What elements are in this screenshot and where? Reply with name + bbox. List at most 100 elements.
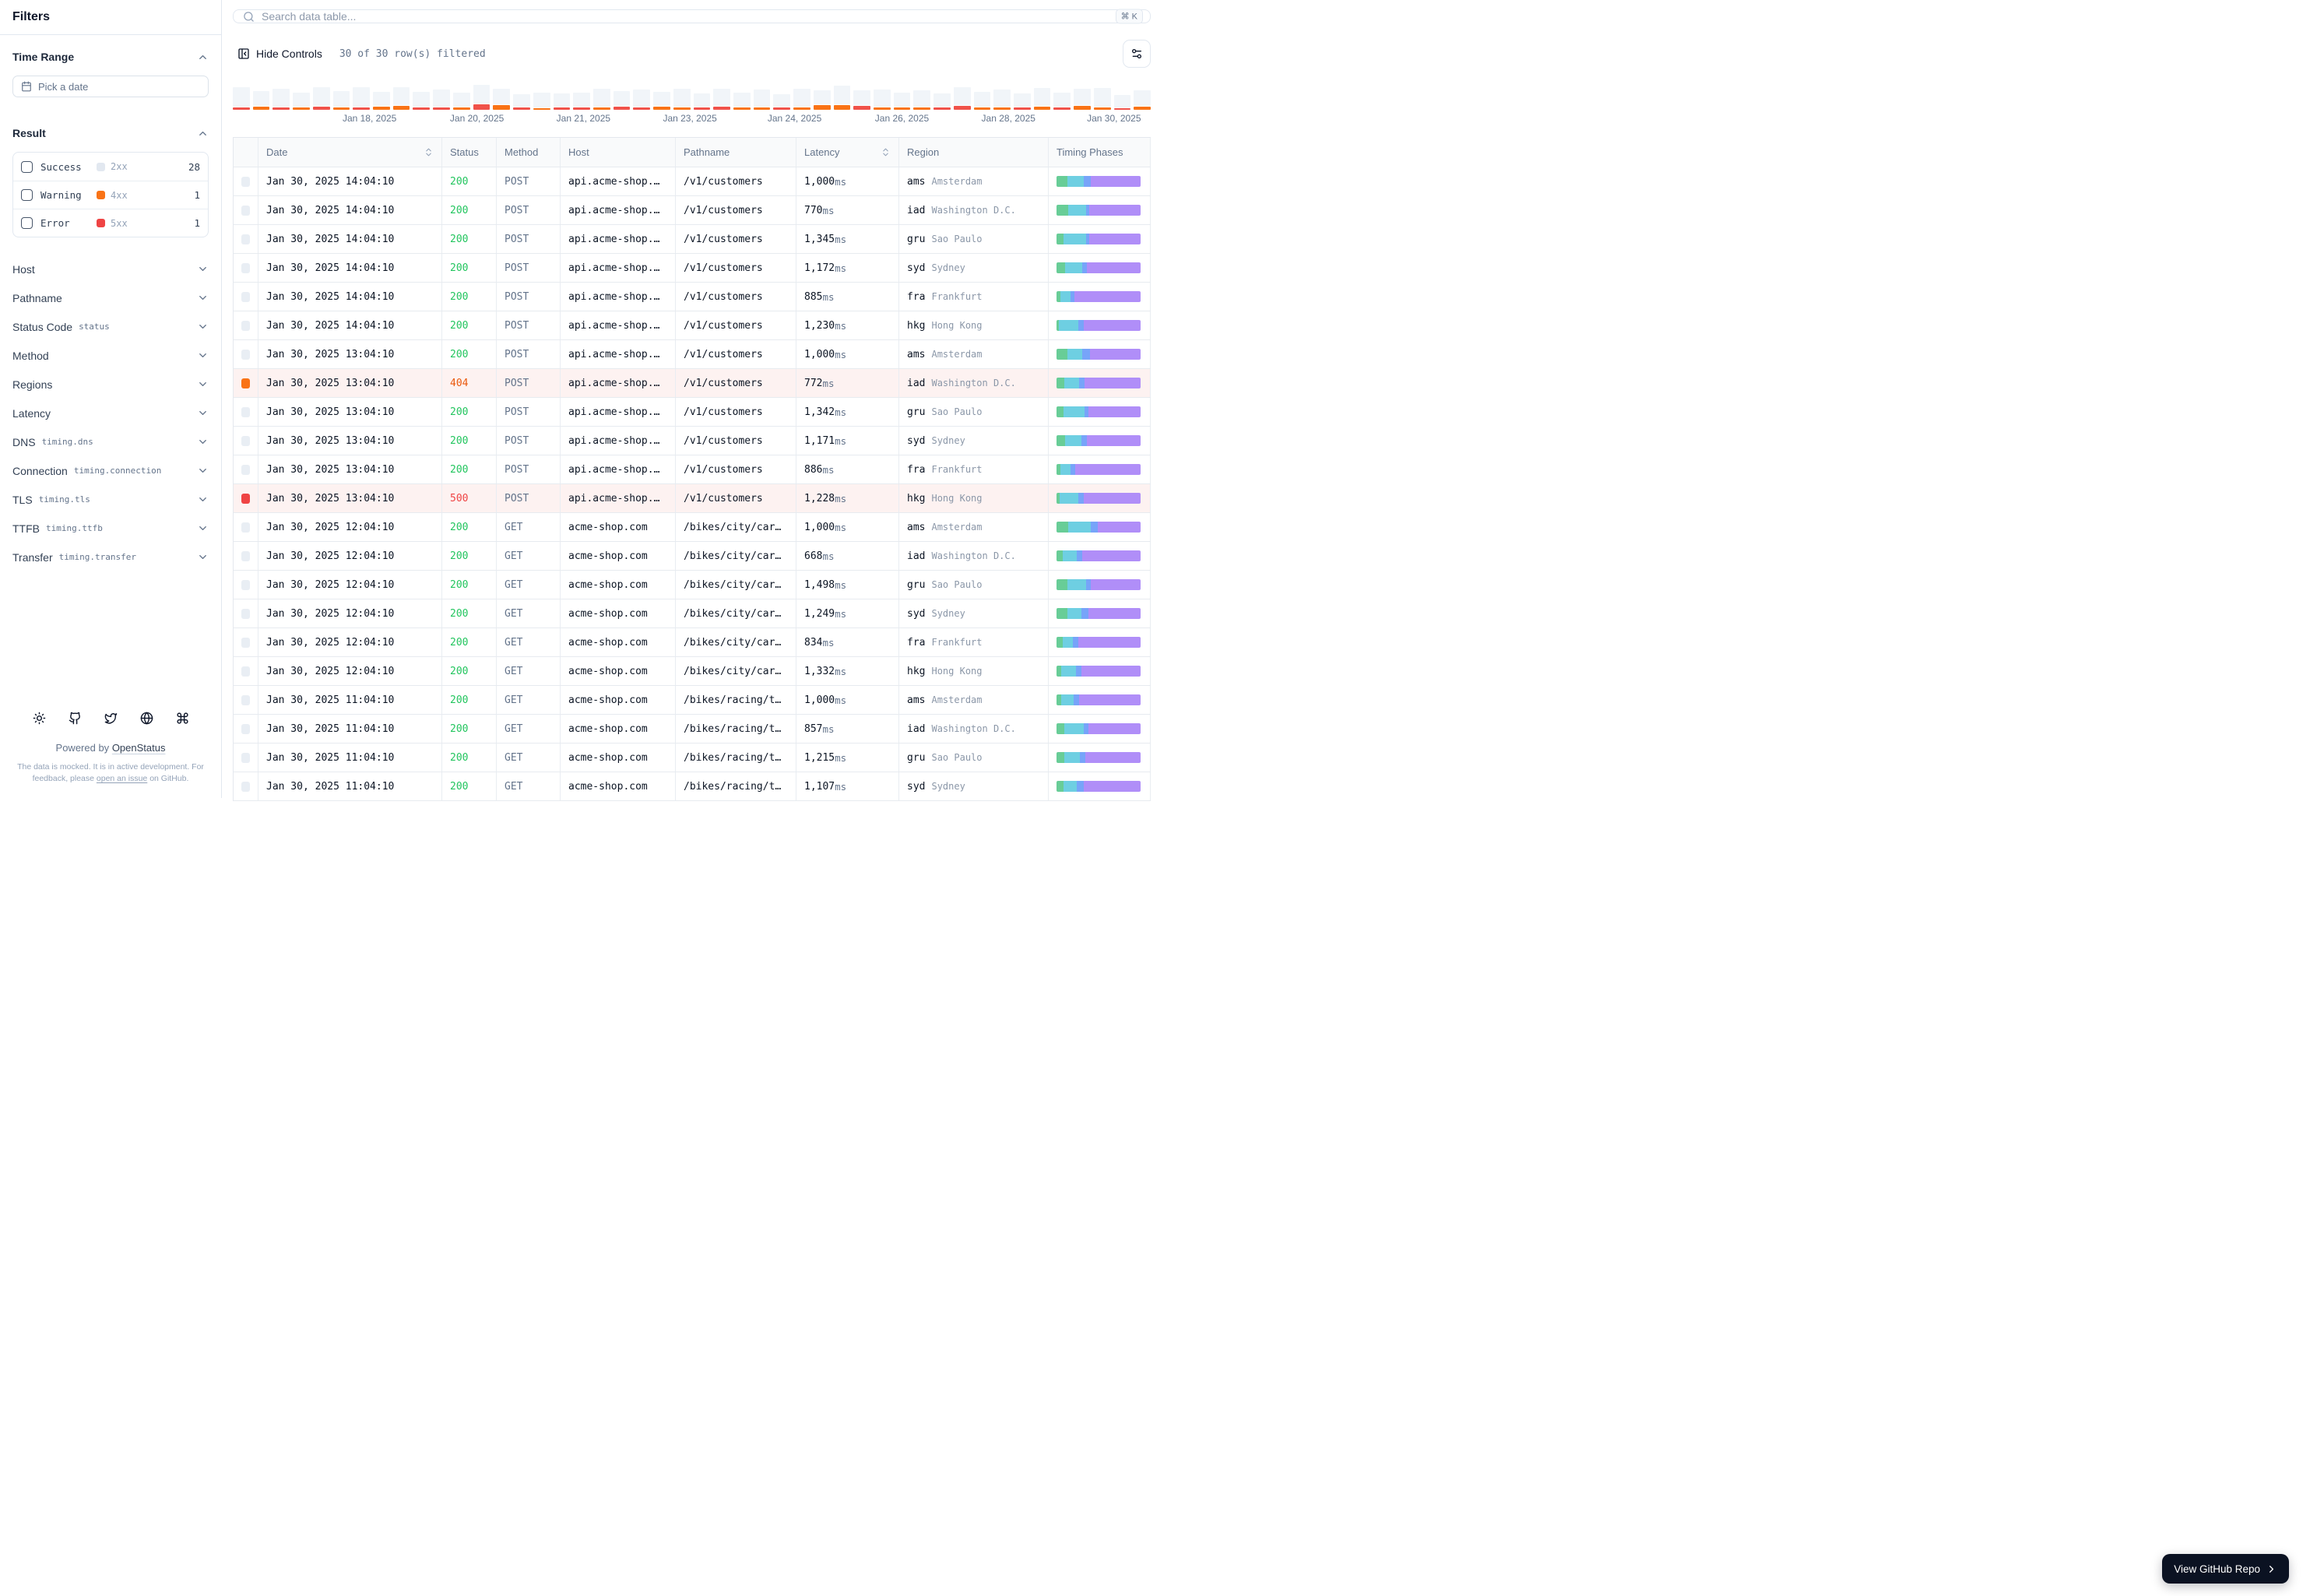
- timeline-bar[interactable]: [452, 83, 470, 110]
- timeline-bar[interactable]: [392, 83, 410, 110]
- table-row[interactable]: Jan 30, 2025 12:04:10 200 GET acme-shop.com…: [234, 571, 1151, 599]
- timeline-bar[interactable]: [733, 83, 751, 110]
- timeline-bar[interactable]: [533, 83, 550, 110]
- sidebar-filter-status-code[interactable]: Status Code status: [12, 312, 209, 341]
- timeline-bar[interactable]: [953, 83, 971, 110]
- open-issue-link[interactable]: open an issue: [97, 774, 147, 783]
- timeline-bar[interactable]: [613, 83, 631, 110]
- timeline-bar[interactable]: [993, 83, 1011, 110]
- sidebar-filter-connection[interactable]: Connection timing.connection: [12, 456, 209, 485]
- table-row[interactable]: Jan 30, 2025 13:04:10 200 POST api.acme-sho…: [234, 427, 1151, 455]
- table-row[interactable]: Jan 30, 2025 13:04:10 404 POST api.acme-sho…: [234, 369, 1151, 398]
- timeline-bar[interactable]: [673, 83, 691, 110]
- table-row[interactable]: Jan 30, 2025 14:04:10 200 POST api.acme-sho…: [234, 254, 1151, 283]
- sidebar-filter-tls[interactable]: TLS timing.tls: [12, 485, 209, 514]
- timeline-bar[interactable]: [312, 83, 330, 110]
- timeline-bar[interactable]: [573, 83, 590, 110]
- table-row[interactable]: Jan 30, 2025 13:04:10 500 POST api.acme-sho…: [234, 484, 1151, 513]
- timeline-bar[interactable]: [853, 83, 870, 110]
- timeline-bar[interactable]: [773, 83, 791, 110]
- sidebar-filter-host[interactable]: Host: [12, 255, 209, 283]
- view-settings-button[interactable]: [1123, 40, 1151, 68]
- sidebar-filter-latency[interactable]: Latency: [12, 399, 209, 427]
- timeline-bar[interactable]: [833, 83, 851, 110]
- timeline-bar[interactable]: [713, 83, 730, 110]
- section-time-range[interactable]: Time Range: [12, 46, 209, 68]
- table-row[interactable]: Jan 30, 2025 12:04:10 200 GET acme-shop.com…: [234, 542, 1151, 571]
- timeline-bar[interactable]: [913, 83, 931, 110]
- section-result[interactable]: Result: [12, 122, 209, 144]
- timeline-bar[interactable]: [433, 83, 450, 110]
- command-icon[interactable]: [176, 712, 189, 725]
- sidebar-filter-regions[interactable]: Regions: [12, 370, 209, 399]
- table-row[interactable]: Jan 30, 2025 13:04:10 200 POST api.acme-sho…: [234, 340, 1151, 369]
- globe-icon[interactable]: [140, 712, 153, 725]
- table-row[interactable]: Jan 30, 2025 11:04:10 200 GET acme-shop.com…: [234, 772, 1151, 801]
- github-icon[interactable]: [69, 712, 82, 725]
- timeline-bar[interactable]: [1053, 83, 1071, 110]
- table-row[interactable]: Jan 30, 2025 12:04:10 200 GET acme-shop.com…: [234, 657, 1151, 686]
- table-row[interactable]: Jan 30, 2025 13:04:10 200 POST api.acme-sho…: [234, 455, 1151, 484]
- timeline-bar[interactable]: [1113, 83, 1131, 110]
- timeline-bar[interactable]: [973, 83, 991, 110]
- result-filter-row[interactable]: Warning 4xx 1: [13, 181, 208, 209]
- checkbox[interactable]: [21, 189, 33, 201]
- timeline-bar[interactable]: [353, 83, 371, 110]
- timeline-bar[interactable]: [813, 83, 831, 110]
- table-row[interactable]: Jan 30, 2025 14:04:10 200 POST api.acme-sho…: [234, 311, 1151, 340]
- column-header-date[interactable]: Date: [258, 138, 442, 167]
- sidebar-filter-transfer[interactable]: Transfer timing.transfer: [12, 543, 209, 571]
- timeline-bar[interactable]: [653, 83, 670, 110]
- hide-controls-button[interactable]: Hide Controls: [233, 47, 327, 60]
- table-row[interactable]: Jan 30, 2025 13:04:10 200 POST api.acme-sho…: [234, 398, 1151, 427]
- table-row[interactable]: Jan 30, 2025 14:04:10 200 POST api.acme-sho…: [234, 196, 1151, 225]
- table-row[interactable]: Jan 30, 2025 12:04:10 200 GET acme-shop.com…: [234, 628, 1151, 657]
- timeline-bar[interactable]: [493, 83, 511, 110]
- result-filter-row[interactable]: Error 5xx 1: [13, 209, 208, 237]
- timeline-bar[interactable]: [1033, 83, 1051, 110]
- timeline-bar[interactable]: [633, 83, 651, 110]
- twitter-icon[interactable]: [104, 712, 118, 725]
- view-github-repo-button[interactable]: View GitHub Repo: [2162, 1554, 2289, 1584]
- table-row[interactable]: Jan 30, 2025 12:04:10 200 GET acme-shop.com…: [234, 513, 1151, 542]
- sidebar-filter-pathname[interactable]: Pathname: [12, 283, 209, 312]
- timeline-bar[interactable]: [293, 83, 310, 110]
- checkbox[interactable]: [21, 160, 33, 173]
- timeline-bar[interactable]: [1014, 83, 1031, 110]
- timeline-bar[interactable]: [793, 83, 810, 110]
- timeline-bar[interactable]: [1134, 83, 1151, 110]
- timeline-bar[interactable]: [874, 83, 891, 110]
- timeline-bar[interactable]: [373, 83, 390, 110]
- timeline-bar[interactable]: [233, 83, 250, 110]
- table-row[interactable]: Jan 30, 2025 14:04:10 200 POST api.acme-sho…: [234, 167, 1151, 196]
- table-row[interactable]: Jan 30, 2025 12:04:10 200 GET acme-shop.com…: [234, 599, 1151, 628]
- table-row[interactable]: Jan 30, 2025 11:04:10 200 GET acme-shop.com…: [234, 744, 1151, 772]
- checkbox[interactable]: [21, 217, 33, 229]
- sun-icon[interactable]: [33, 712, 46, 725]
- search-input[interactable]: Search data table... ⌘ K: [233, 9, 1151, 24]
- timeline-bar[interactable]: [753, 83, 771, 110]
- timeline-bar[interactable]: [592, 83, 610, 110]
- column-header-latency[interactable]: Latency: [796, 138, 899, 167]
- timeline-bar[interactable]: [1093, 83, 1111, 110]
- sidebar-filter-method[interactable]: Method: [12, 341, 209, 370]
- timeline-bar[interactable]: [473, 83, 490, 110]
- timeline-bar[interactable]: [272, 83, 290, 110]
- date-picker-input[interactable]: Pick a date: [12, 76, 209, 97]
- timeline-bar[interactable]: [332, 83, 350, 110]
- sidebar-filter-ttfb[interactable]: TTFB timing.ttfb: [12, 514, 209, 543]
- table-row[interactable]: Jan 30, 2025 14:04:10 200 POST api.acme-sho…: [234, 225, 1151, 254]
- table-row[interactable]: Jan 30, 2025 14:04:10 200 POST api.acme-sho…: [234, 283, 1151, 311]
- timeline-bar[interactable]: [252, 83, 270, 110]
- result-filter-row[interactable]: Success 2xx 28: [13, 153, 208, 181]
- timeline-bar[interactable]: [1074, 83, 1091, 110]
- timeline-bar[interactable]: [413, 83, 431, 110]
- timeline-bar[interactable]: [693, 83, 711, 110]
- timeline-bar[interactable]: [553, 83, 571, 110]
- table-row[interactable]: Jan 30, 2025 11:04:10 200 GET acme-shop.com…: [234, 686, 1151, 715]
- openstatus-link[interactable]: OpenStatus: [112, 742, 166, 754]
- timeline-bar[interactable]: [513, 83, 530, 110]
- table-row[interactable]: Jan 30, 2025 11:04:10 200 GET acme-shop.com…: [234, 715, 1151, 744]
- sidebar-filter-dns[interactable]: DNS timing.dns: [12, 427, 209, 456]
- timeline-bar[interactable]: [933, 83, 951, 110]
